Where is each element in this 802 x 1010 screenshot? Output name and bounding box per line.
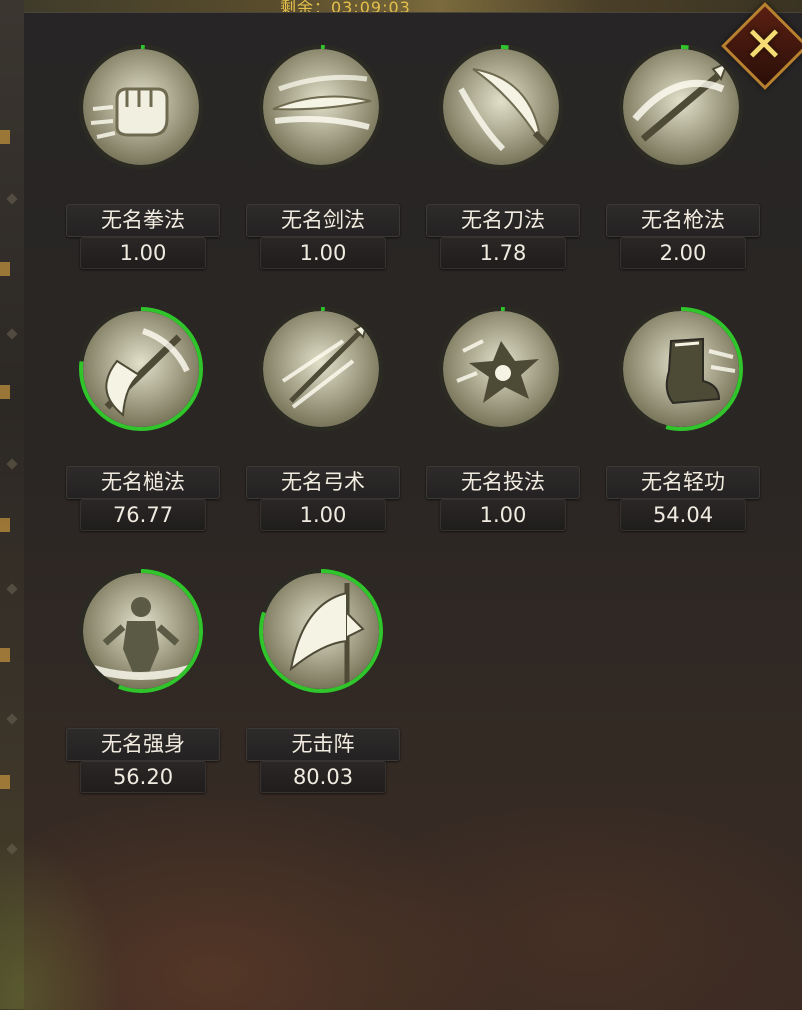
- sword-icon: [263, 49, 379, 165]
- edge-notch: [0, 130, 10, 144]
- spear-icon: [623, 49, 739, 165]
- skill-value: 1.78: [440, 237, 566, 269]
- skill-value: 1.00: [440, 499, 566, 531]
- edge-ornament: [6, 328, 18, 340]
- skill-name: 无名槌法: [66, 466, 220, 499]
- body-icon-art: [83, 573, 199, 689]
- spear-icon-art: [623, 49, 739, 165]
- skill-name: 无名投法: [426, 466, 580, 499]
- body-icon: [83, 573, 199, 689]
- edge-notch: [0, 262, 10, 276]
- edge-notch: [0, 385, 10, 399]
- skill-tile[interactable]: 无名刀法 1.78: [424, 43, 584, 269]
- skill-name: 无名枪法: [606, 204, 760, 237]
- edge-notch: [0, 518, 10, 532]
- arrow-icon-art: [263, 311, 379, 427]
- blade-icon-art: [443, 49, 559, 165]
- skill-value: 56.20: [80, 761, 206, 793]
- top-strip: 剩余：03:09:03: [0, 0, 802, 17]
- skill-tile[interactable]: 无名拳法 1.00: [64, 43, 224, 269]
- edge-ornament: [6, 193, 18, 205]
- edge-notch: [0, 775, 10, 789]
- edge-ornament: [6, 583, 18, 595]
- skill-value: 1.00: [260, 499, 386, 531]
- skill-value: 1.00: [80, 237, 206, 269]
- edge-ornament: [6, 713, 18, 725]
- skills-panel: 无名拳法 1.00 无名剑法 1.00 无名刀法 1.78 无名枪法 2.00 …: [0, 2, 802, 1010]
- axe-icon: [83, 311, 199, 427]
- skill-value: 2.00: [620, 237, 746, 269]
- blade-icon: [443, 49, 559, 165]
- close-button[interactable]: ✕: [721, 1, 802, 99]
- skill-value: 76.77: [80, 499, 206, 531]
- panel-glow: [0, 840, 120, 1010]
- shuriken-icon-art: [443, 311, 559, 427]
- skill-value: 80.03: [260, 761, 386, 793]
- banner-icon-art: [263, 573, 379, 689]
- sword-icon-art: [263, 49, 379, 165]
- skill-tile[interactable]: 无名弓术 1.00: [244, 305, 404, 531]
- shuriken-icon: [443, 311, 559, 427]
- boot-icon-art: [623, 311, 739, 427]
- skill-name: 无名拳法: [66, 204, 220, 237]
- skill-name: 无名强身: [66, 728, 220, 761]
- skill-name: 无名轻功: [606, 466, 760, 499]
- skill-tile[interactable]: 无击阵 80.03: [244, 567, 404, 793]
- axe-icon-art: [83, 311, 199, 427]
- skill-tile[interactable]: 无名轻功 54.04: [604, 305, 764, 531]
- skill-tile[interactable]: 无名剑法 1.00: [244, 43, 404, 269]
- skill-tile[interactable]: 无名槌法 76.77: [64, 305, 224, 531]
- skill-value: 1.00: [260, 237, 386, 269]
- skill-tile[interactable]: 无名强身 56.20: [64, 567, 224, 793]
- fist-icon-art: [83, 49, 199, 165]
- banner-icon: [263, 573, 379, 689]
- close-icon: ✕: [743, 17, 785, 73]
- skill-name: 无名弓术: [246, 466, 400, 499]
- boot-icon: [623, 311, 739, 427]
- skill-name: 无名剑法: [246, 204, 400, 237]
- skill-value: 54.04: [620, 499, 746, 531]
- fist-icon: [83, 49, 199, 165]
- skill-name: 无名刀法: [426, 204, 580, 237]
- arrow-icon: [263, 311, 379, 427]
- skill-name: 无击阵: [246, 728, 400, 761]
- edge-notch: [0, 648, 10, 662]
- skill-tile[interactable]: 无名投法 1.00: [424, 305, 584, 531]
- edge-ornament: [6, 458, 18, 470]
